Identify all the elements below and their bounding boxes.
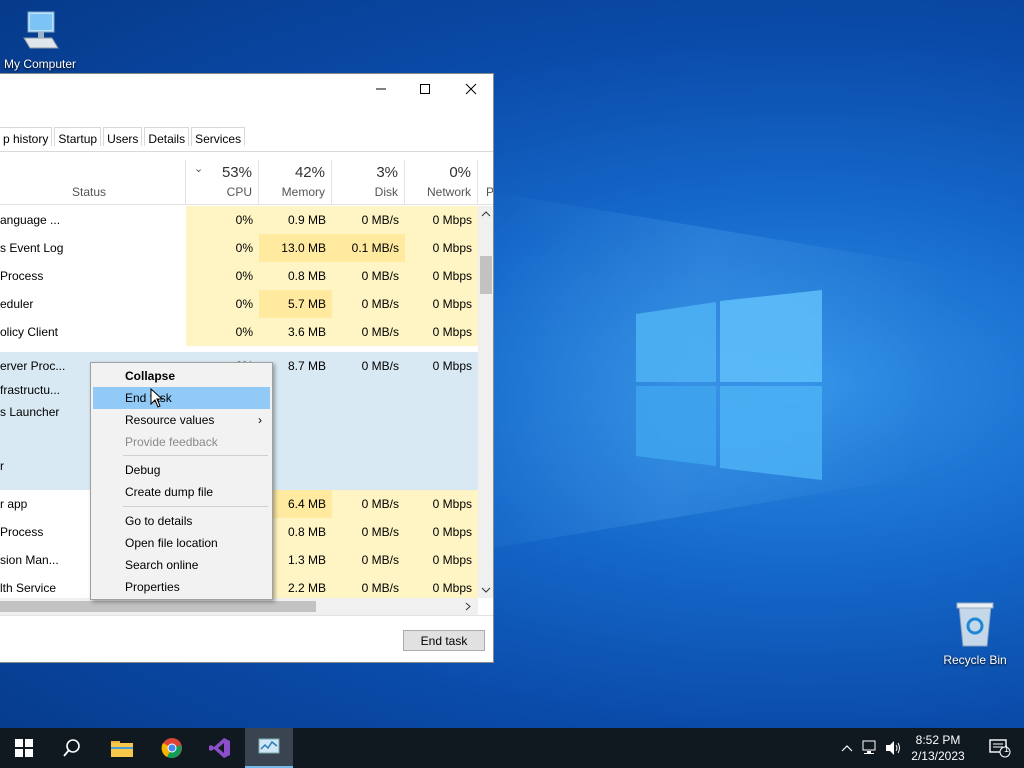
- scroll-up-arrow-icon[interactable]: [478, 208, 494, 220]
- chevron-up-icon[interactable]: [840, 741, 854, 755]
- menu-item-debug[interactable]: Debug: [93, 459, 270, 481]
- folder-icon: [111, 741, 133, 757]
- notification-count-badge: 1: [1004, 744, 1010, 754]
- tab-startup[interactable]: Startup: [54, 127, 102, 146]
- clock-date: 2/13/2023: [911, 749, 965, 763]
- search-icon: [63, 739, 80, 757]
- list-item[interactable]: s Launcher: [0, 398, 90, 426]
- menu-item-search-online[interactable]: Search online: [93, 554, 270, 576]
- maximize-button[interactable]: [402, 74, 448, 104]
- menu-item-provide-feedback: Provide feedback: [125, 435, 218, 449]
- menu-item-collapse[interactable]: Collapse: [93, 365, 270, 387]
- start-button[interactable]: [0, 728, 48, 768]
- chrome-icon: [161, 738, 182, 759]
- close-icon: [465, 83, 477, 95]
- table-row[interactable]: olicy Client 0% 3.6 MB 0 MB/s 0 Mbps: [0, 318, 478, 346]
- column-header-row: Status ⌄ 53% CPU 42% Memory 3% Disk 0% N…: [0, 160, 493, 205]
- table-row[interactable]: Process 0% 0.8 MB 0 MB/s 0 Mbps: [0, 262, 478, 290]
- title-bar[interactable]: [0, 74, 493, 104]
- memory-column-header[interactable]: 42% Memory: [259, 160, 332, 204]
- network-column-header[interactable]: 0% Network: [405, 160, 478, 204]
- cpu-column-header[interactable]: ⌄ 53% CPU: [186, 160, 259, 204]
- footer-bar: End task: [0, 615, 493, 662]
- chrome-button[interactable]: [148, 728, 196, 768]
- table-row[interactable]: s Event Log 0% 13.0 MB 0.1 MB/s 0 Mbps: [0, 234, 478, 262]
- tab-users[interactable]: Users: [103, 127, 143, 146]
- menu-item-properties[interactable]: Properties: [93, 576, 270, 598]
- menu-item-go-to-details[interactable]: Go to details: [93, 510, 270, 532]
- computer-icon: [23, 11, 59, 49]
- minimize-button[interactable]: [358, 74, 404, 104]
- status-column-header[interactable]: Status: [62, 160, 186, 204]
- visual-studio-button[interactable]: [196, 728, 244, 768]
- clock-time: 8:52 PM: [915, 733, 961, 747]
- my-computer-label: My Computer: [3, 57, 77, 71]
- tab-app-history[interactable]: p history: [0, 127, 53, 146]
- windows-start-icon: [15, 739, 33, 757]
- system-clock[interactable]: 8:52 PM 2/13/2023: [900, 732, 976, 764]
- taskbar: 8:52 PM 2/13/2023 1: [0, 728, 1024, 768]
- sort-chevron-icon: ⌄: [194, 163, 204, 175]
- menu-separator: [123, 455, 268, 456]
- search-button[interactable]: [48, 728, 96, 768]
- task-manager-taskbar-button[interactable]: [245, 728, 293, 768]
- scroll-down-arrow-icon[interactable]: [478, 584, 494, 596]
- close-button[interactable]: [448, 74, 493, 104]
- network-icon[interactable]: [862, 740, 880, 756]
- disk-column-header[interactable]: 3% Disk: [332, 160, 405, 204]
- file-explorer-button[interactable]: [98, 728, 146, 768]
- tab-details[interactable]: Details: [144, 127, 190, 146]
- minimize-icon: [376, 88, 386, 90]
- tab-strip: p history Startup Users Details Services: [0, 127, 493, 152]
- horizontal-scroll-thumb[interactable]: [0, 601, 316, 612]
- recycle-bin-label: Recycle Bin: [943, 653, 1007, 667]
- horizontal-scrollbar[interactable]: [0, 598, 478, 615]
- visual-studio-icon: [209, 738, 230, 758]
- scroll-right-arrow-icon[interactable]: [462, 598, 474, 615]
- power-column-header[interactable]: P: [480, 160, 493, 204]
- table-row[interactable]: anguage ... 0% 0.9 MB 0 MB/s 0 Mbps: [0, 206, 478, 234]
- menu-item-end-task[interactable]: End task: [93, 387, 270, 409]
- vertical-scroll-thumb[interactable]: [480, 256, 492, 294]
- tab-services[interactable]: Services: [191, 127, 246, 146]
- recycle-bin-icon: [956, 602, 994, 647]
- table-row[interactable]: eduler 0% 5.7 MB 0 MB/s 0 Mbps: [0, 290, 478, 318]
- vertical-scrollbar[interactable]: [478, 206, 494, 598]
- task-manager-icon: [258, 738, 280, 754]
- action-center-button[interactable]: 1: [976, 728, 1024, 768]
- menu-item-resource-values[interactable]: Resource values ›: [93, 409, 270, 431]
- maximize-icon: [420, 84, 430, 94]
- menu-separator: [123, 506, 268, 507]
- end-task-button[interactable]: End task: [403, 630, 485, 651]
- my-computer-desktop-icon[interactable]: My Computer: [2, 8, 78, 71]
- menu-item-open-file-location[interactable]: Open file location: [93, 532, 270, 554]
- menu-item-create-dump-file[interactable]: Create dump file: [93, 481, 270, 503]
- list-item[interactable]: r: [0, 452, 90, 480]
- windows-logo-wallpaper: [636, 290, 822, 480]
- recycle-bin-desktop-icon[interactable]: Recycle Bin: [940, 600, 1010, 667]
- mouse-cursor-icon: [150, 388, 164, 408]
- context-menu: Collapse End task Resource values › Prov…: [90, 362, 273, 600]
- chevron-right-icon: ›: [258, 413, 262, 427]
